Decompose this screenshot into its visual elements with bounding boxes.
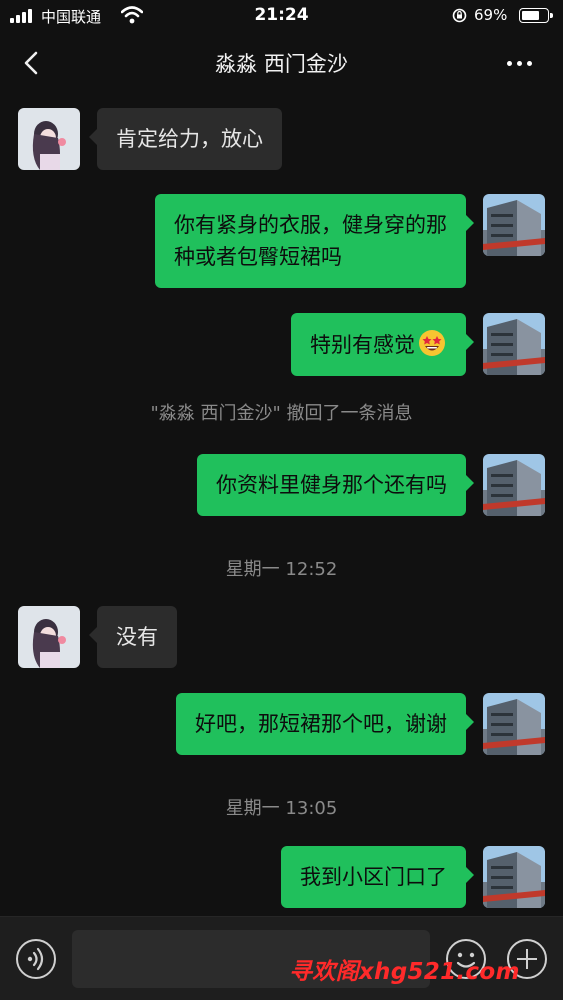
battery-icon: [519, 8, 553, 23]
message-text: 特别有感觉: [310, 333, 415, 357]
status-bar: 中国联通 21:24 69%: [0, 0, 563, 32]
timestamp-label: 星期一 12:52: [225, 559, 338, 580]
message-bubble[interactable]: 我到小区门口了: [281, 846, 474, 908]
user-avatar[interactable]: [483, 313, 545, 375]
battery-percent: 69%: [474, 6, 508, 24]
user-avatar[interactable]: [483, 454, 545, 516]
message-line: 你有紧身的衣服，健身穿的那: [174, 213, 447, 237]
user-avatar[interactable]: [483, 693, 545, 755]
watermark-text: 寻欢阁xhg521.com: [289, 959, 520, 985]
contact-avatar[interactable]: [18, 606, 80, 668]
chat-title: 淼淼 西门金沙: [215, 52, 348, 76]
timestamp-label: 星期一 13:05: [225, 798, 338, 819]
message-bubble[interactable]: 特别有感觉: [291, 313, 474, 376]
star-struck-emoji-icon: [419, 330, 445, 356]
message-bubble[interactable]: 你有紧身的衣服，健身穿的那 种或者包臀短裙吗: [155, 194, 474, 288]
chat-screen: 中国联通 21:24 69% 淼淼 西门金沙 肯定给力，放心 你有紧身的衣服，健…: [0, 0, 563, 1000]
message-list: 肯定给力，放心 你有紧身的衣服，健身穿的那 种或者包臀短裙吗 特别有感觉 "淼淼…: [0, 94, 563, 916]
nav-bar: 淼淼 西门金沙: [0, 32, 563, 94]
user-avatar[interactable]: [483, 846, 545, 908]
message-bubble[interactable]: 肯定给力，放心: [89, 108, 282, 170]
message-bubble[interactable]: 好吧，那短裙那个吧，谢谢: [176, 693, 474, 755]
message-line: 种或者包臀短裙吗: [174, 245, 342, 269]
battery-fill: [522, 11, 539, 20]
recall-notice: "淼淼 西门金沙" 撤回了一条消息: [150, 403, 413, 424]
more-dots-icon[interactable]: [500, 46, 540, 80]
message-bubble[interactable]: 你资料里健身那个还有吗: [197, 454, 474, 516]
user-avatar[interactable]: [483, 194, 545, 256]
contact-avatar[interactable]: [18, 108, 80, 170]
message-bubble[interactable]: 没有: [89, 606, 177, 668]
voice-icon[interactable]: [16, 939, 56, 979]
rotation-lock-icon: [452, 8, 467, 23]
